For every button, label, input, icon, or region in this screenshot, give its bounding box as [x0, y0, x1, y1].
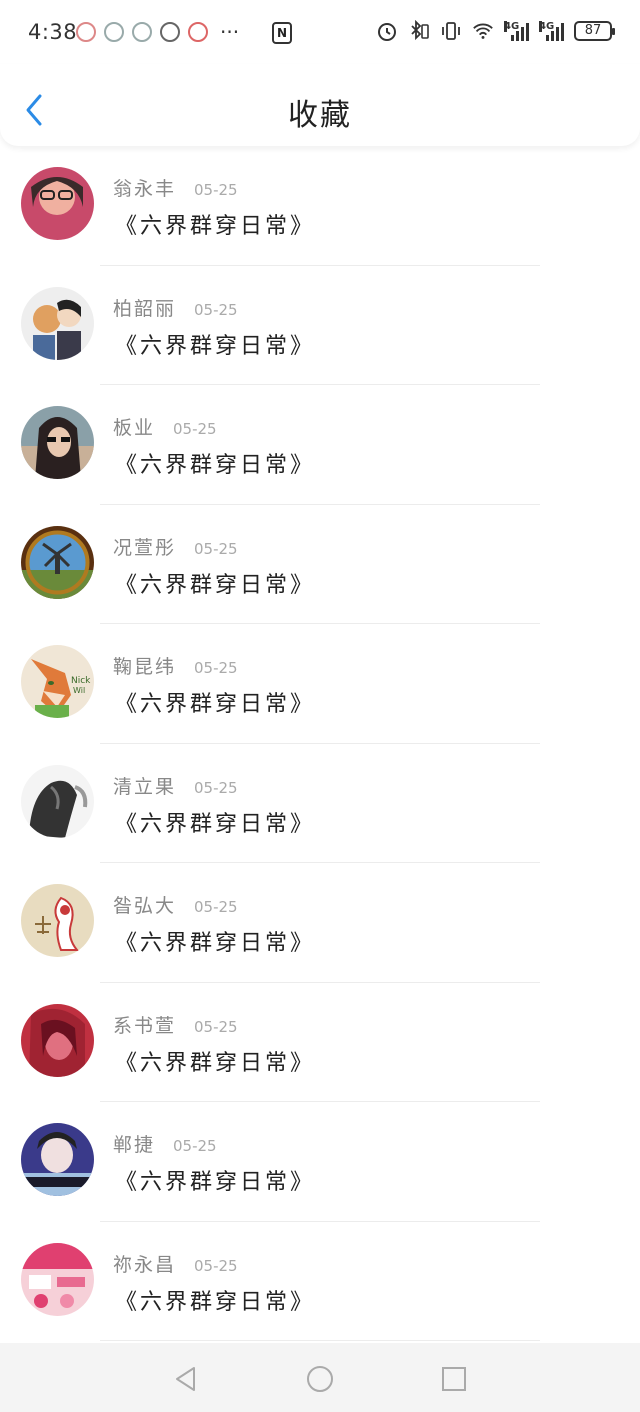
item-date: 05-25	[194, 539, 238, 558]
list-item[interactable]: Nick Wil 鞠昆纬 05-25 《六界群穿日常》	[0, 624, 640, 744]
book-title: 《六界群穿日常》	[115, 931, 316, 956]
user-name: 郸捷	[113, 1134, 156, 1156]
app-header: 收藏	[0, 64, 640, 146]
user-name: 柏韶丽	[113, 297, 177, 320]
app-notification-icon	[104, 22, 124, 42]
list-item[interactable]: 翁永丰 05-25 《六界群穿日常》	[0, 146, 640, 266]
book-title: 《六界群穿日常》	[115, 811, 316, 837]
svg-text:Nick: Nick	[71, 676, 91, 686]
item-date: 05-25	[173, 1137, 217, 1155]
avatar[interactable]	[21, 884, 94, 957]
user-name: 鞠昆纬	[113, 656, 177, 678]
book-title: 《六界群穿日常》	[115, 453, 316, 478]
favorites-list: 翁永丰 05-25 《六界群穿日常》 柏韶丽 05-25 《六界群穿日常》 板业…	[0, 146, 640, 1341]
wifi-icon	[472, 20, 494, 42]
avatar[interactable]	[21, 406, 94, 479]
list-item[interactable]: 清立果 05-25 《六界群穿日常》	[0, 744, 640, 863]
divider	[100, 1340, 540, 1341]
avatar[interactable]	[21, 1123, 94, 1196]
avatar[interactable]: Nick Wil	[21, 645, 94, 718]
circle-home-icon[interactable]	[306, 1365, 334, 1393]
user-name: 清立果	[113, 775, 177, 798]
avatar[interactable]	[21, 525, 94, 599]
item-date: 05-25	[194, 181, 238, 199]
triangle-back-icon[interactable]	[172, 1365, 200, 1393]
page-title: 收藏	[288, 98, 352, 133]
book-title: 《六界群穿日常》	[115, 1289, 316, 1315]
status-right: 4G 4G 87	[376, 20, 615, 42]
alarm-icon	[376, 20, 398, 42]
status-bar: 4:38 ··· N 4G 4G 87	[0, 0, 640, 64]
user-name: 昝弘大	[113, 895, 177, 917]
user-name: 况萱彤	[113, 536, 177, 559]
app-notification-icon	[132, 22, 152, 42]
bluetooth-battery-icon	[408, 20, 430, 42]
item-date: 05-25	[194, 778, 238, 797]
list-item[interactable]: 柏韶丽 05-25 《六界群穿日常》	[0, 266, 640, 385]
square-recents-icon[interactable]	[440, 1365, 468, 1393]
item-date: 05-25	[194, 300, 238, 319]
vibrate-icon	[440, 20, 462, 42]
avatar[interactable]	[21, 1242, 94, 1316]
more-notifications-icon: ···	[220, 20, 240, 44]
item-date: 05-25	[194, 1256, 238, 1275]
user-name: 祢永昌	[113, 1253, 177, 1276]
item-date: 05-25	[194, 659, 238, 677]
book-title: 《六界群穿日常》	[115, 333, 316, 359]
signal-2-icon: 4G	[539, 21, 564, 41]
list-item[interactable]: 昝弘大 05-25 《六界群穿日常》	[0, 863, 640, 983]
list-item[interactable]: 况萱彤 05-25 《六界群穿日常》	[0, 505, 640, 624]
book-title: 《六界群穿日常》	[115, 1050, 316, 1076]
battery-icon: 87	[574, 21, 615, 41]
status-time: 4:38	[28, 20, 78, 44]
avatar[interactable]	[21, 1003, 94, 1077]
book-title: 《六界群穿日常》	[115, 214, 316, 239]
user-name: 翁永丰	[113, 178, 177, 200]
book-title: 《六界群穿日常》	[115, 1170, 316, 1195]
list-item[interactable]: 祢永昌 05-25 《六界群穿日常》	[0, 1222, 640, 1341]
app-notification-icon	[188, 22, 208, 42]
svg-text:Wil: Wil	[73, 686, 85, 695]
avatar[interactable]	[21, 286, 94, 360]
item-date: 05-25	[194, 1017, 238, 1036]
list-item[interactable]: 板业 05-25 《六界群穿日常》	[0, 385, 640, 505]
item-date: 05-25	[194, 898, 238, 916]
avatar[interactable]	[21, 167, 94, 240]
book-title: 《六界群穿日常》	[115, 692, 316, 717]
nfc-icon: N	[272, 22, 292, 44]
user-name: 系书萱	[113, 1014, 177, 1037]
list-item[interactable]: 系书萱 05-25 《六界群穿日常》	[0, 983, 640, 1102]
book-title: 《六界群穿日常》	[115, 572, 316, 598]
app-notification-icon	[76, 22, 96, 42]
user-name: 板业	[113, 417, 156, 439]
list-item[interactable]: 郸捷 05-25 《六界群穿日常》	[0, 1102, 640, 1222]
system-nav-bar	[0, 1343, 640, 1412]
signal-1-icon: 4G	[504, 21, 529, 41]
item-date: 05-25	[173, 420, 217, 438]
notification-icons: ···	[76, 22, 239, 42]
avatar[interactable]	[21, 764, 94, 838]
app-notification-icon	[160, 22, 180, 42]
